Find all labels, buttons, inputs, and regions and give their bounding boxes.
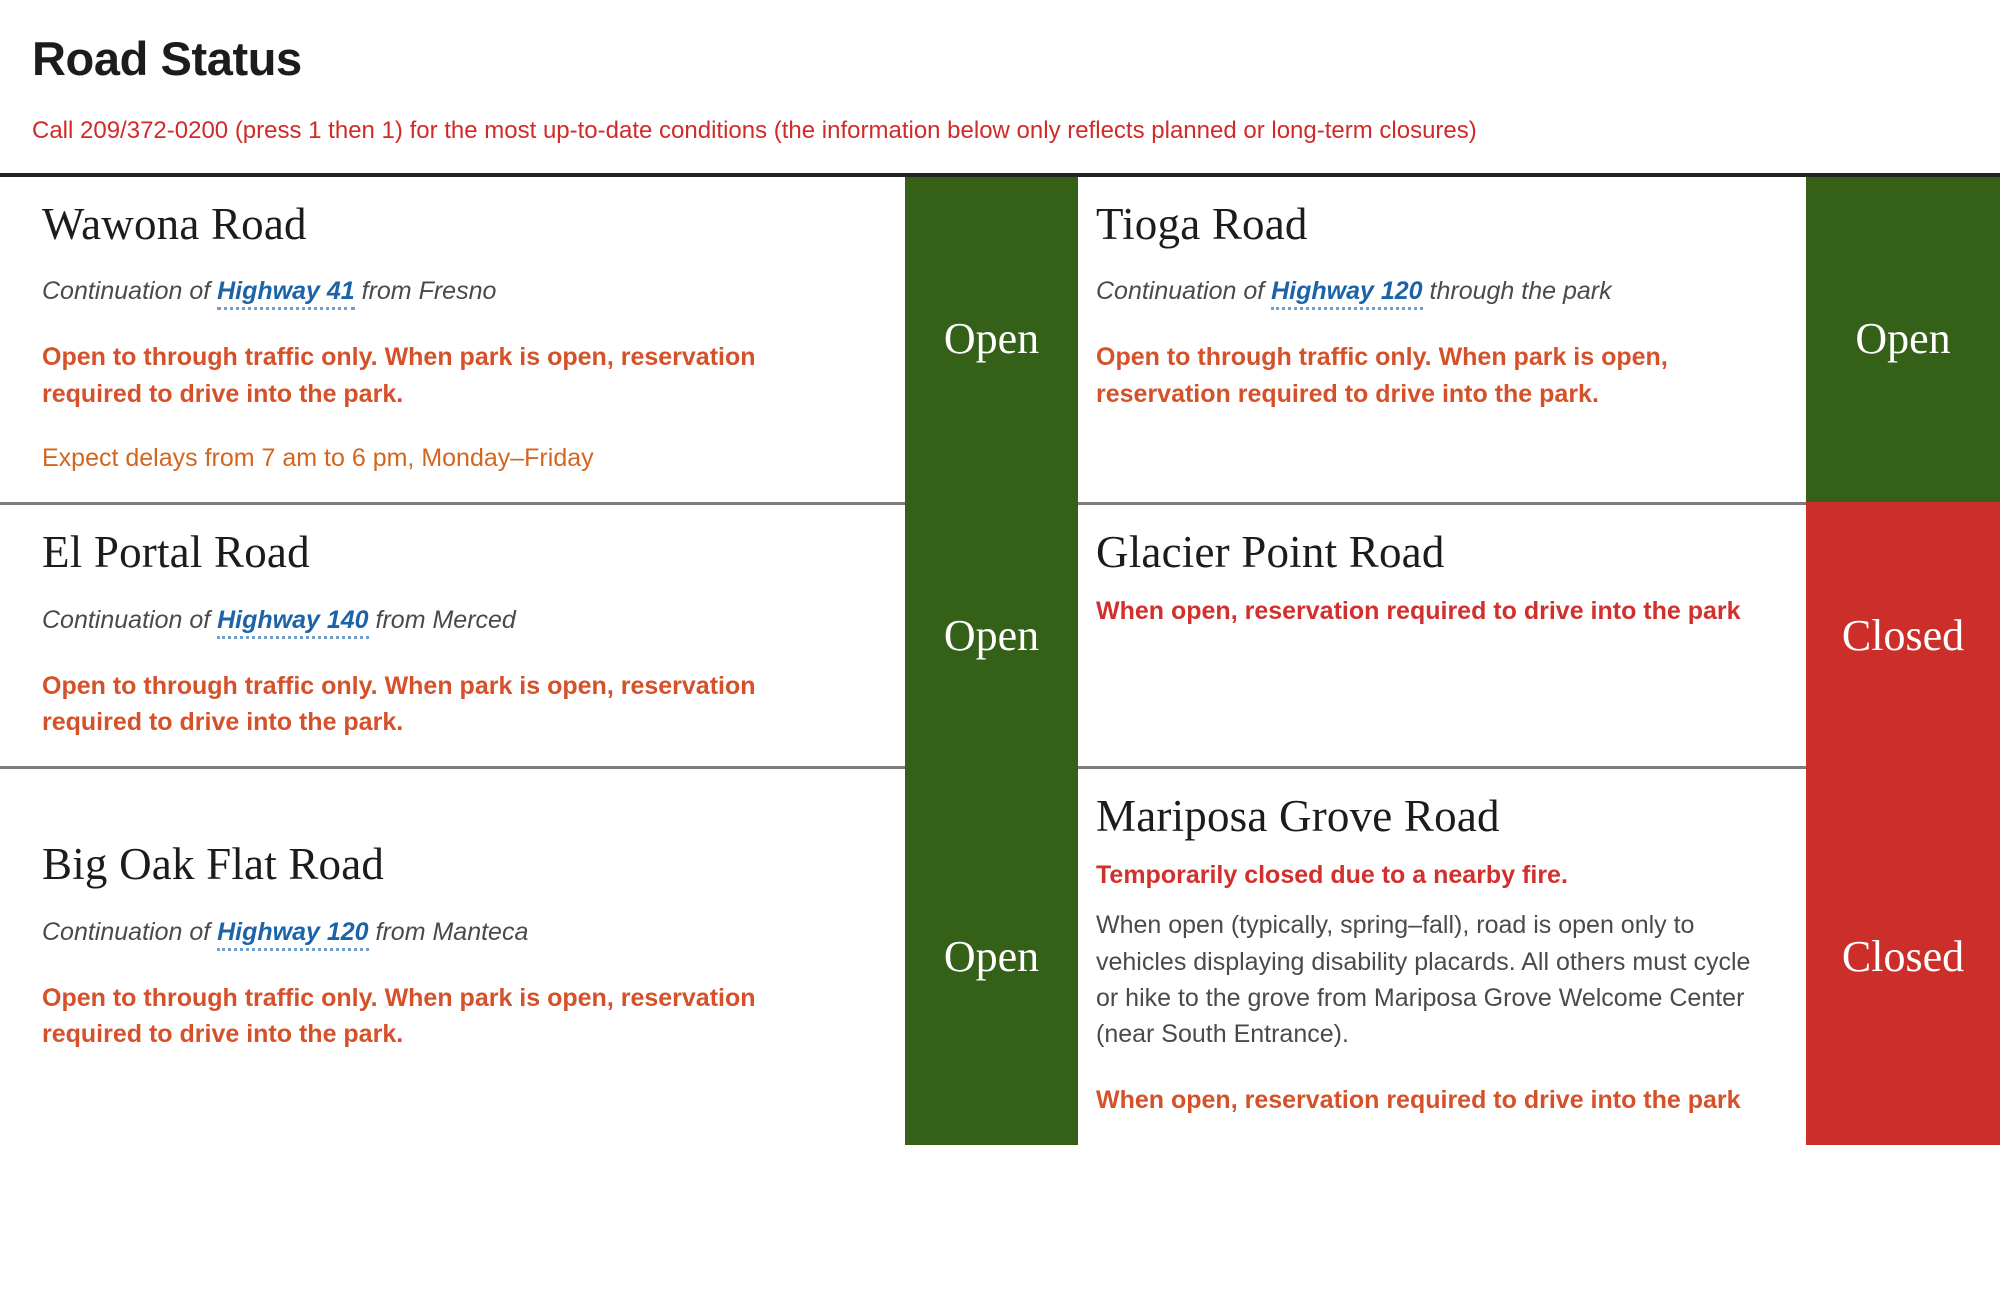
continuation-prefix: Continuation of [1096,277,1272,306]
page-title: Road Status [32,32,302,85]
road-status-page: Road Status Call 209/372-0200 (press 1 t… [0,0,2000,1316]
continuation-suffix: from Merced [368,605,516,634]
road-note-el-portal-1: Open to through traffic only. When park … [42,671,756,737]
table-row: Big Oak Flat Road Continuation of Highwa… [0,766,2000,1145]
road-name-wawona: Wawona Road [42,198,307,249]
road-cell-el-portal: El Portal Road Continuation of Highway 1… [0,502,905,767]
table-row: El Portal Road Continuation of Highway 1… [0,502,2000,767]
road-name-mariposa-grove: Mariposa Grove Road [1096,791,1500,842]
continuation-prefix: Continuation of [42,277,218,306]
continuation-suffix: from Fresno [354,277,497,306]
status-label-glacier-point: Closed [1841,610,1965,660]
road-note-tioga-1: Open to through traffic only. When park … [1096,343,1668,408]
road-note-mariposa-grove-2: When open (typically, spring–fall), road… [1096,911,1751,1049]
road-note-wawona-2: Expect delays from 7 am to 6 pm, Monday–… [42,443,594,472]
status-label-tioga: Open [1855,314,1951,364]
road-continuation-big-oak-flat: Continuation of Highway 120 from Manteca [42,915,861,952]
road-continuation-wawona: Continuation of Highway 41 from Fresno [42,274,861,311]
continuation-suffix: through the park [1422,277,1612,306]
road-cell-glacier-point: Glacier Point Road When open, reservatio… [1078,502,1806,767]
page-header: Road Status Call 209/372-0200 (press 1 t… [0,0,2000,147]
road-cell-mariposa-grove: Mariposa Grove Road Temporarily closed d… [1078,766,1806,1145]
table-row: Wawona Road Continuation of Highway 41 f… [0,176,2000,503]
status-label-big-oak-flat: Open [943,931,1040,981]
road-note-mariposa-grove-1: Temporarily closed due to a nearby fire. [1096,861,1568,890]
road-continuation-el-portal: Continuation of Highway 140 from Merced [42,603,861,639]
highway-link-120-big-oak-flat[interactable]: Highway 120 [217,918,369,952]
status-label-wawona: Open [943,314,1040,364]
road-name-el-portal: El Portal Road [42,527,310,578]
road-continuation-tioga: Continuation of Highway 120 through the … [1096,274,1764,311]
road-status-table: Wawona Road Continuation of Highway 41 f… [0,172,2000,1145]
road-note-glacier-point-1: When open, reservation required to drive… [1096,596,1741,625]
status-badge-el-portal: Open [905,502,1078,767]
road-cell-big-oak-flat: Big Oak Flat Road Continuation of Highwa… [0,766,905,1145]
status-badge-mariposa-grove: Closed [1806,766,2000,1145]
highway-link-41[interactable]: Highway 41 [217,277,355,311]
road-name-glacier-point: Glacier Point Road [1096,527,1445,578]
hotline-notice: Call 209/372-0200 (press 1 then 1) for t… [32,117,1477,145]
road-name-big-oak-flat: Big Oak Flat Road [42,839,385,890]
highway-link-140[interactable]: Highway 140 [217,605,369,639]
continuation-prefix: Continuation of [42,605,218,634]
status-badge-tioga: Open [1806,176,2000,503]
road-cell-tioga: Tioga Road Continuation of Highway 120 t… [1078,176,1806,503]
status-badge-glacier-point: Closed [1806,502,2000,767]
road-name-tioga: Tioga Road [1096,198,1308,249]
status-label-el-portal: Open [943,610,1040,660]
continuation-prefix: Continuation of [42,918,218,947]
continuation-suffix: from Manteca [368,918,529,947]
road-cell-wawona: Wawona Road Continuation of Highway 41 f… [0,176,905,503]
road-note-big-oak-flat-1: Open to through traffic only. When park … [42,984,756,1049]
road-note-wawona-1: Open to through traffic only. When park … [42,343,756,408]
highway-link-120-tioga[interactable]: Highway 120 [1271,277,1423,311]
status-label-mariposa-grove: Closed [1841,931,1965,981]
status-badge-big-oak-flat: Open [905,766,1078,1145]
status-badge-wawona: Open [905,176,1078,503]
road-note-mariposa-grove-3: When open, reservation required to drive… [1096,1086,1741,1115]
